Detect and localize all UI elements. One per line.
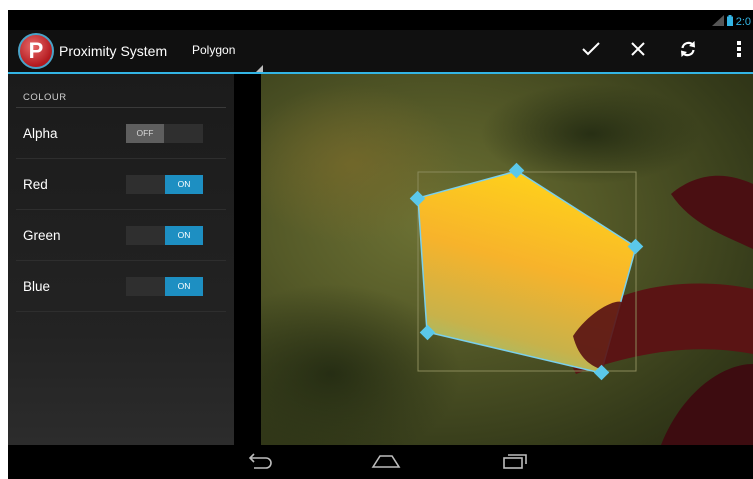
recent-apps-icon [502,453,528,474]
toggle-state: ON [165,226,203,245]
check-icon [581,41,601,62]
row-green: Green ON [8,210,234,261]
status-bar: 2:0 [8,10,753,30]
overflow-menu-button[interactable] [726,39,752,63]
row-label: Alpha [23,126,58,141]
alpha-toggle[interactable]: OFF [126,124,203,143]
blue-toggle[interactable]: ON [126,277,203,296]
row-label: Red [23,177,48,192]
navigation-bar [8,445,753,479]
recent-apps-button[interactable] [497,452,533,474]
red-toggle[interactable]: ON [126,175,203,194]
row-divider [16,311,226,312]
home-button[interactable] [368,452,404,474]
refresh-icon [678,39,698,64]
back-button[interactable] [242,452,278,474]
red-petal [661,364,753,445]
toggle-state: OFF [126,124,164,143]
green-toggle[interactable]: ON [126,226,203,245]
photo-with-polygon-overlay [261,84,753,445]
app-title: Proximity System [59,43,168,59]
panel-gap [234,74,261,445]
row-red: Red ON [8,159,234,210]
action-bar: P Proximity System Polygon [8,30,753,72]
status-icons: 2:0 [711,13,751,31]
refresh-button[interactable] [675,39,701,63]
mode-spinner[interactable]: Polygon [192,43,235,57]
settings-panel: COLOUR Alpha OFF Red ON Green ON Blue ON [8,74,234,445]
status-clock: 2:0 [735,16,751,28]
battery-icon [726,13,733,31]
row-label: Green [23,228,61,243]
device-screen: 2:0 P Proximity System Polygon COLOUR Al… [8,10,753,479]
cancel-button[interactable] [625,39,651,63]
section-header: COLOUR [23,92,67,103]
confirm-button[interactable] [578,39,604,63]
close-icon [630,41,646,62]
red-petal [671,175,753,249]
overflow-menu-icon [736,40,742,63]
toggle-state: ON [165,277,203,296]
image-canvas[interactable] [261,74,753,445]
back-icon [246,452,274,474]
row-alpha: Alpha OFF [8,108,234,159]
app-logo-icon[interactable]: P [18,33,54,69]
home-icon [369,453,403,474]
signal-icon [711,13,724,31]
row-label: Blue [23,279,51,294]
toggle-state: ON [165,175,203,194]
row-blue: Blue ON [8,261,234,312]
